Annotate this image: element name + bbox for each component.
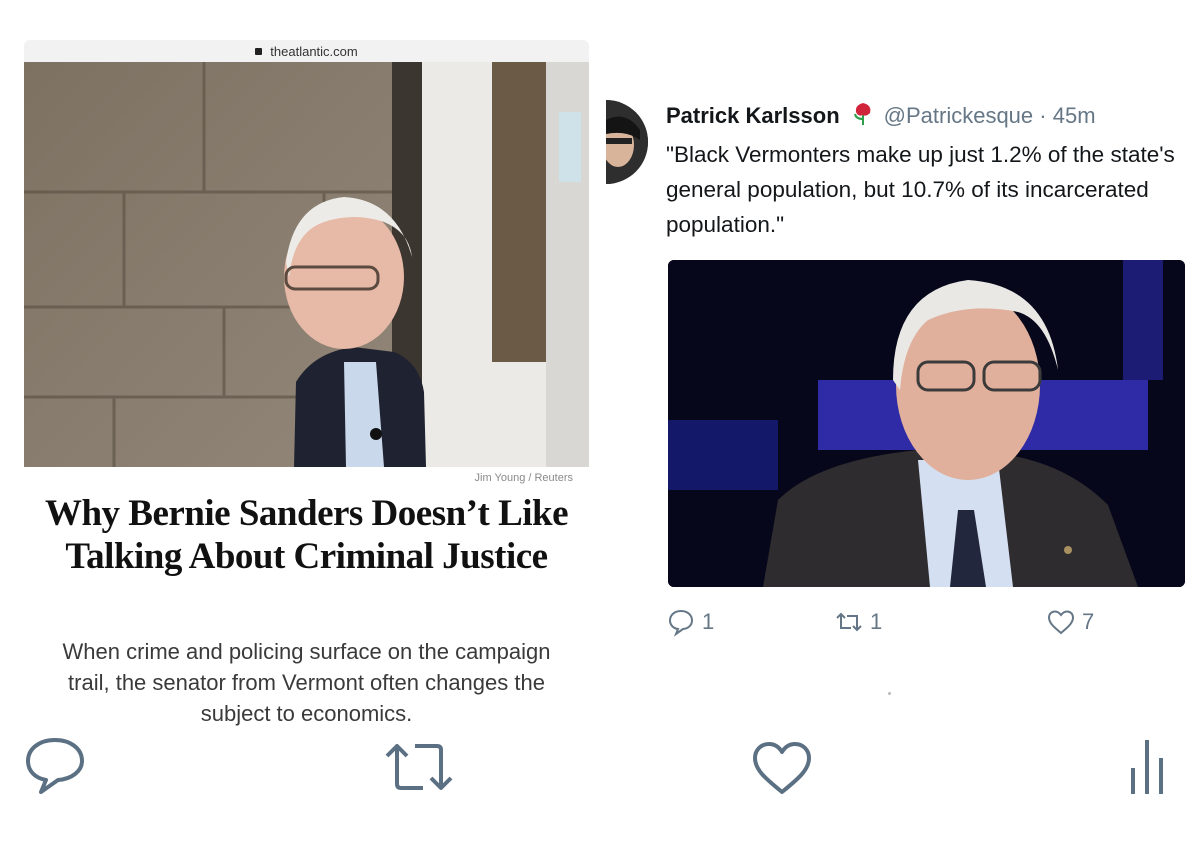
retweet-icon — [385, 744, 453, 790]
toolbar-reply-button[interactable] — [24, 736, 86, 796]
avatar[interactable] — [606, 100, 648, 184]
tweet-separator: · — [1039, 103, 1047, 128]
heart-icon — [1047, 610, 1075, 635]
tweet-photo-image — [668, 260, 1185, 587]
retweet-count: 1 — [870, 609, 883, 634]
article-domain-bar: theatlantic.com — [24, 40, 589, 62]
tweet-timestamp[interactable]: 45m — [1053, 103, 1096, 128]
tweet-header: Patrick Karlsson @Patrickesque · 45m — [666, 101, 1196, 131]
reply-icon — [668, 609, 694, 637]
bar-chart-icon — [1131, 740, 1163, 794]
article-photo[interactable] — [24, 62, 589, 467]
tweet-author-name[interactable]: Patrick Karlsson — [666, 103, 840, 128]
article-headline[interactable]: Why Bernie Sanders Doesn’t Like Talking … — [24, 492, 589, 578]
divider-dot — [888, 692, 891, 695]
reply-count: 1 — [702, 609, 715, 634]
like-action[interactable]: 7 — [1046, 607, 1094, 637]
toolbar-stats-button[interactable] — [1128, 734, 1168, 798]
heart-icon — [753, 742, 811, 794]
tweet[interactable]: Patrick Karlsson @Patrickesque · 45m "Bla… — [606, 95, 1200, 655]
avatar-image — [606, 100, 648, 184]
article-photo-image — [24, 62, 589, 467]
toolbar-like-button[interactable] — [750, 738, 814, 798]
article-card[interactable]: theatlantic.com Jim Young / Reuters Why … — [24, 40, 589, 726]
reply-action[interactable]: 1 — [666, 607, 714, 637]
photo-credit: Jim Young / Reuters — [474, 472, 573, 484]
speech-bubble-icon — [26, 738, 84, 794]
tweet-actions: 1 1 7 — [666, 607, 1186, 643]
retweet-action[interactable]: 1 — [834, 607, 882, 637]
tweet-author-handle[interactable]: @Patrickesque — [884, 103, 1034, 128]
lock-icon — [255, 47, 263, 55]
rose-icon — [850, 101, 876, 127]
toolbar-retweet-button[interactable] — [383, 738, 455, 796]
like-count: 7 — [1082, 609, 1095, 634]
article-dek: When crime and policing surface on the c… — [62, 639, 551, 726]
tweet-text: "Black Vermonters make up just 1.2% of t… — [666, 142, 1175, 237]
article-domain: theatlantic.com — [270, 43, 358, 59]
bottom-toolbar — [0, 730, 1200, 810]
retweet-icon — [836, 612, 862, 632]
tweet-photo[interactable] — [668, 260, 1185, 587]
